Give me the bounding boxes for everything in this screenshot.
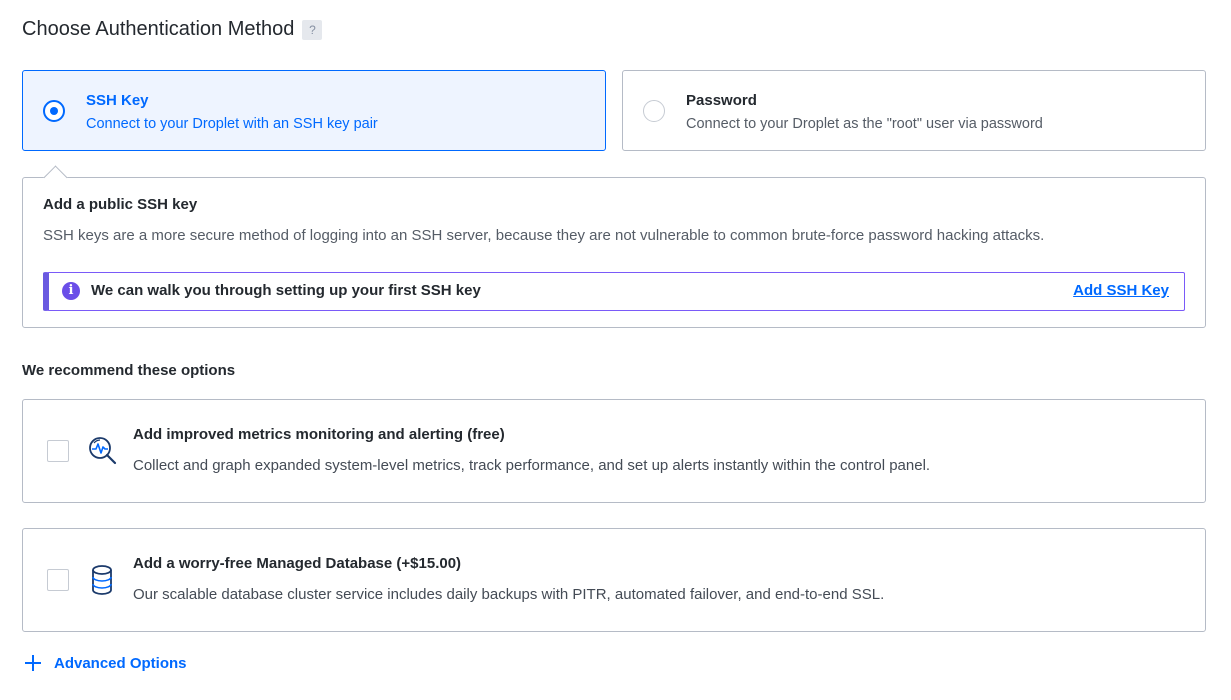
advanced-options-label: Advanced Options [54,654,187,672]
metrics-checkbox[interactable] [47,440,69,462]
section-title: Choose Authentication Method ? [22,18,323,41]
password-description: Connect to your Droplet as the "root" us… [686,116,1043,132]
section-title-text: Choose Authentication Method [22,18,295,40]
info-text: We can walk you through setting up your … [91,282,481,299]
ssh-key-radio[interactable] [43,100,65,122]
database-option-card[interactable]: Add a worry-free Managed Database (+$15.… [22,528,1206,632]
metrics-option-description: Collect and graph expanded system-level … [133,457,931,474]
database-option-description: Our scalable database cluster service in… [133,586,885,603]
advanced-options-toggle[interactable]: Advanced Options [22,652,187,674]
ssh-panel-body: SSH keys are a more secure method of log… [43,227,1045,244]
auth-option-password[interactable]: Password Connect to your Droplet as the … [622,70,1206,151]
ssh-panel-heading: Add a public SSH key [43,196,198,213]
auth-option-ssh-key[interactable]: SSH Key Connect to your Droplet with an … [22,70,606,151]
add-ssh-key-link[interactable]: Add SSH Key [1073,282,1169,299]
ssh-key-description: Connect to your Droplet with an SSH key … [86,116,378,132]
authentication-section: Choose Authentication Method ? SSH Key C… [0,0,1231,700]
ssh-key-title: SSH Key [86,92,149,109]
info-icon: i [62,282,80,300]
password-radio[interactable] [643,100,665,122]
database-checkbox[interactable] [47,569,69,591]
metrics-option-card[interactable]: Add improved metrics monitoring and aler… [22,399,1206,503]
ssh-key-panel: Add a public SSH key SSH keys are a more… [22,165,1206,328]
metrics-option-title: Add improved metrics monitoring and aler… [133,426,505,443]
plus-icon [25,655,41,671]
password-title: Password [686,92,757,109]
recommend-heading: We recommend these options [22,362,236,379]
database-option-title: Add a worry-free Managed Database (+$15.… [133,555,462,572]
database-icon [92,565,112,595]
panel-caret [43,165,68,190]
help-icon[interactable]: ? [302,19,323,40]
metrics-icon [89,437,117,465]
ssh-info-callout: i We can walk you through setting up you… [43,272,1185,311]
